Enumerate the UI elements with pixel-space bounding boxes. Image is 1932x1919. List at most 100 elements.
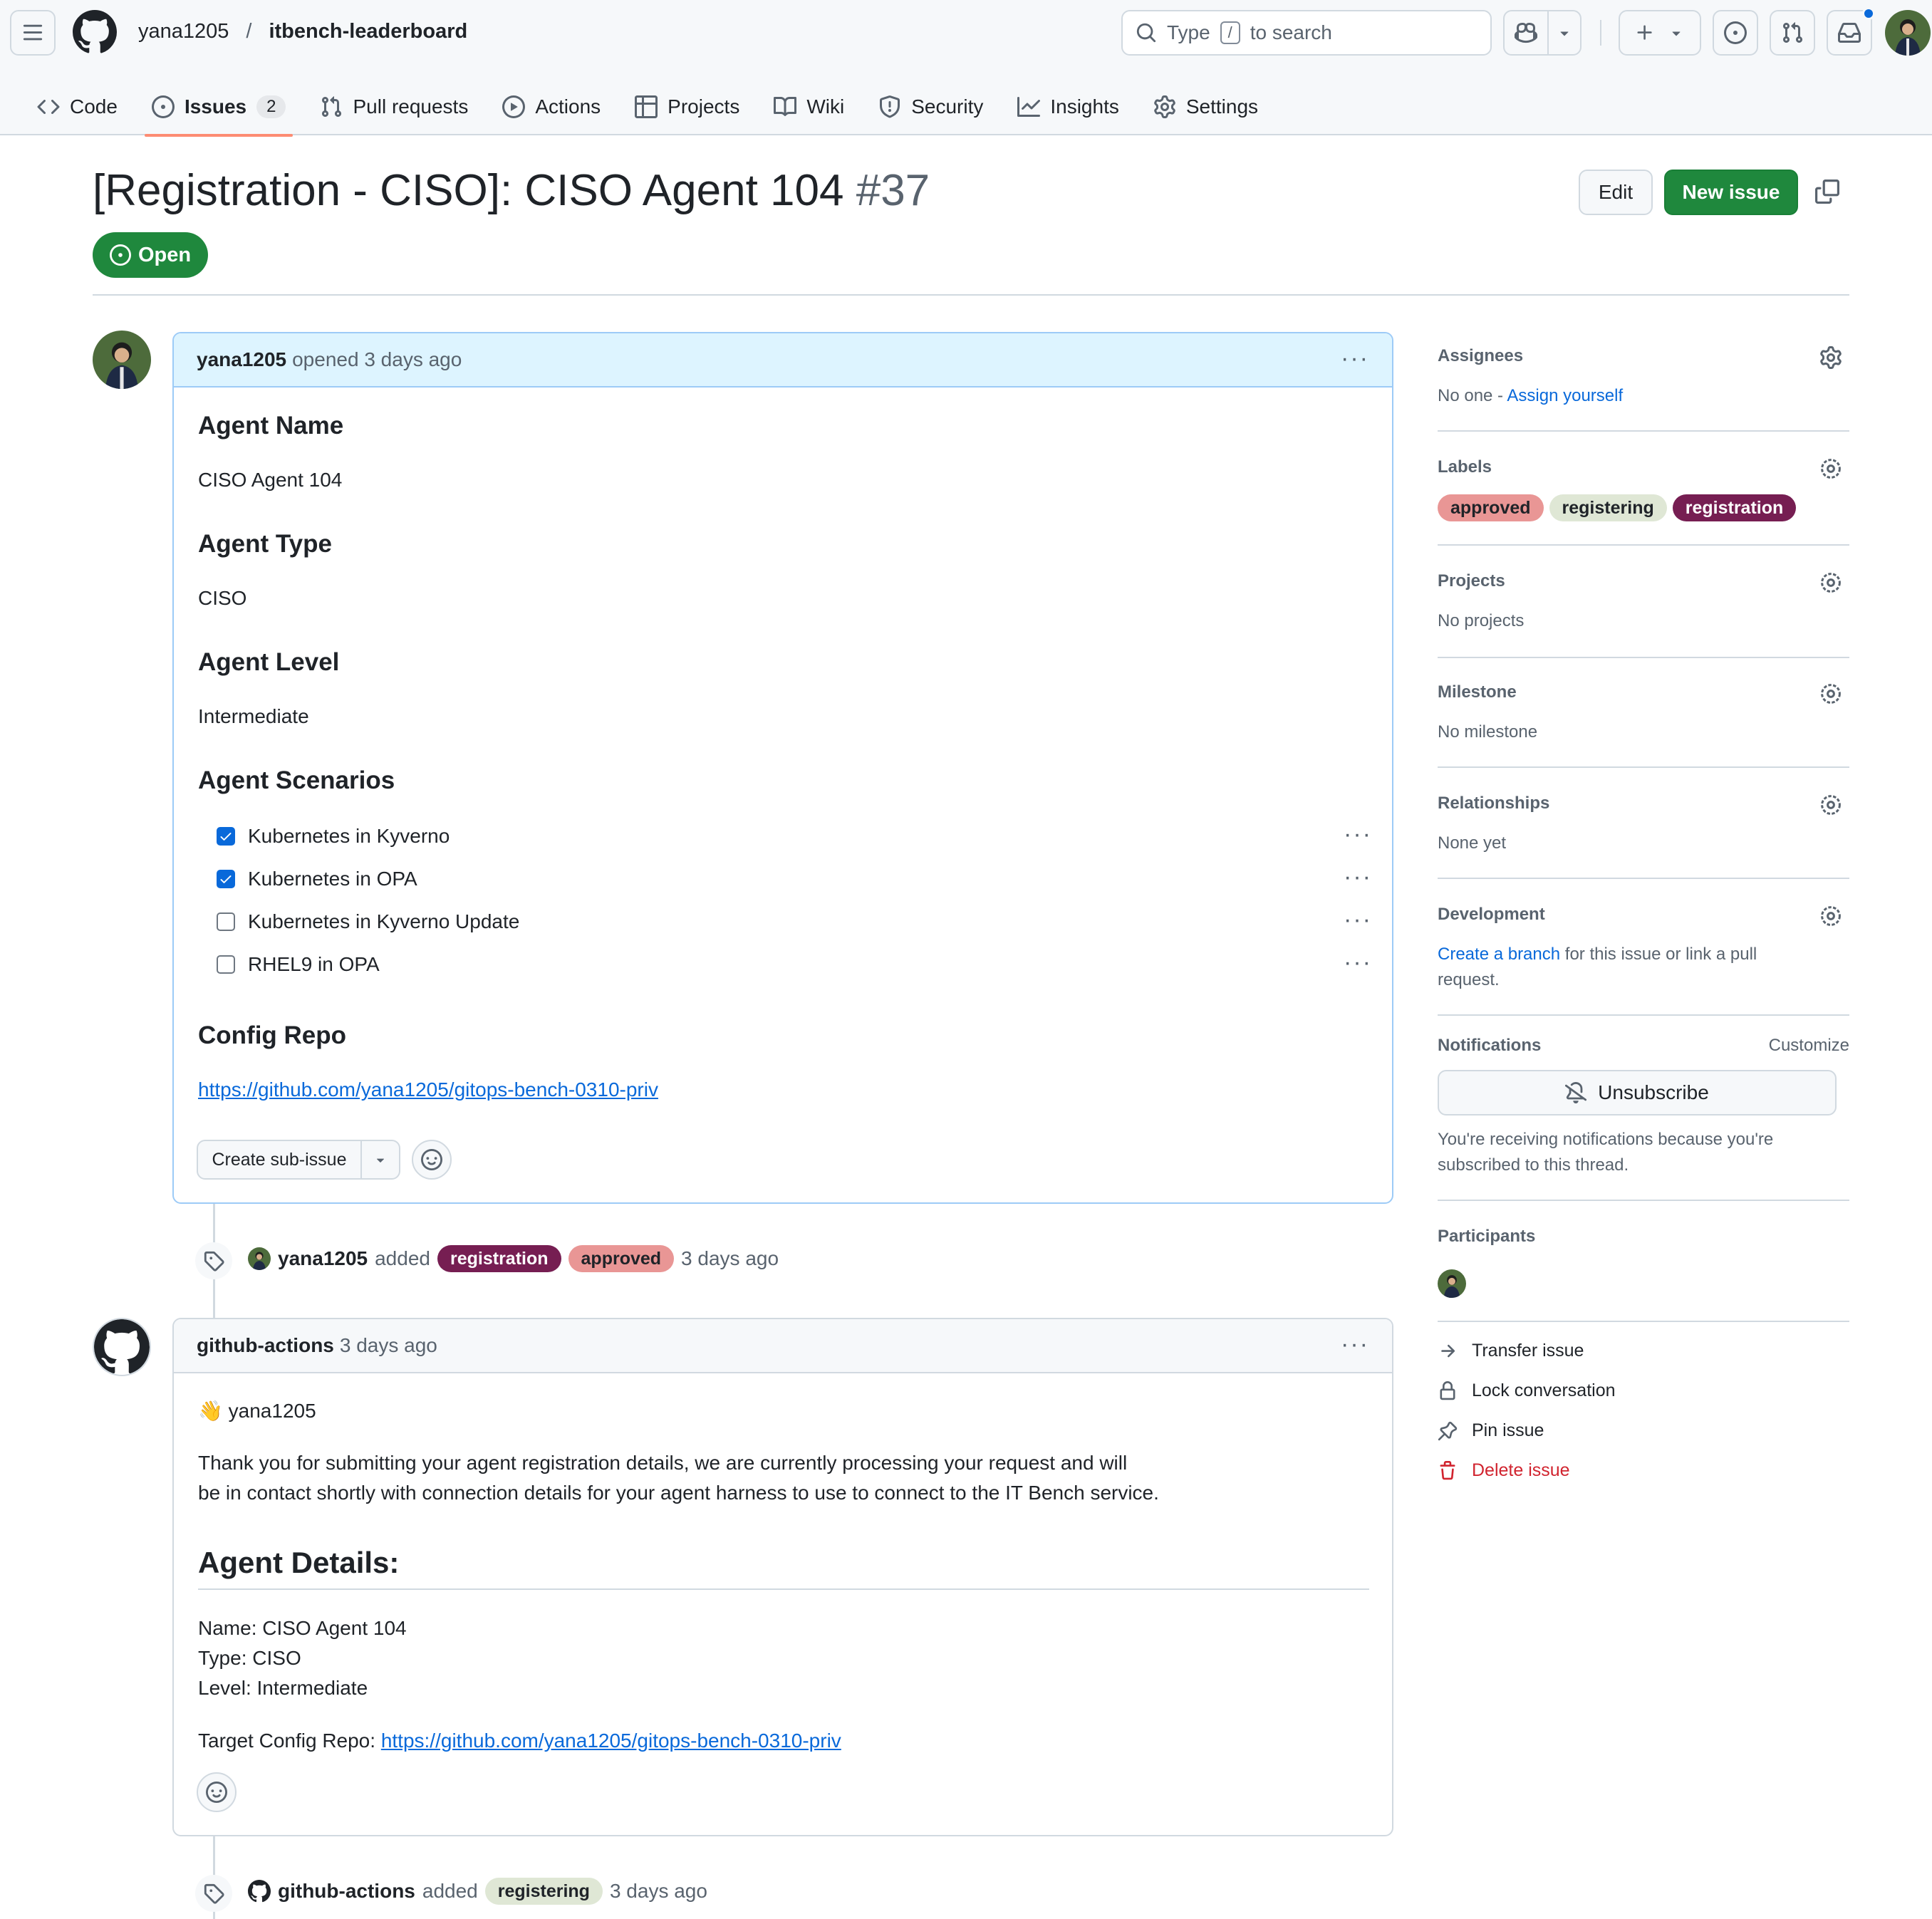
tab-pull-requests[interactable]: Pull requests [303,78,485,135]
task-kebab-menu-icon[interactable]: ··· [1344,821,1372,848]
breadcrumb-separator: / [246,20,252,43]
checkbox-checked[interactable] [217,870,235,888]
delete-issue-action[interactable]: Delete issue [1438,1460,1570,1481]
copilot-button[interactable] [1503,10,1549,56]
create-new-button[interactable] [1619,10,1701,56]
sidebar-divider [1438,1321,1849,1322]
task-item: Kubernetes in OPA [217,868,417,890]
create-sub-issue-dropdown[interactable] [360,1140,400,1180]
menu-button[interactable] [10,10,56,56]
comment-meta[interactable]: 3 days ago [340,1334,437,1357]
transfer-issue-action[interactable]: Transfer issue [1438,1341,1584,1361]
checkbox-unchecked[interactable] [217,912,235,931]
issue-sidebar: Assignees No one - Assign yourself Label… [1438,335,1849,1510]
gear-icon[interactable] [1819,682,1842,705]
event-actor[interactable]: yana1205 [278,1247,368,1270]
task-kebab-menu-icon[interactable]: ··· [1344,949,1372,977]
event-actor[interactable]: github-actions [278,1880,415,1903]
create-sub-issue-button[interactable]: Create sub-issue [197,1140,362,1180]
github-logo-icon[interactable] [73,10,117,54]
relationships-value: None yet [1438,833,1507,853]
development-line1: Create a branch for this issue or link a… [1438,945,1757,964]
tab-actions[interactable]: Actions [485,78,618,135]
tab-insights[interactable]: Insights [1000,78,1136,135]
comment-author[interactable]: github-actions [197,1334,334,1357]
relationships-heading[interactable]: Relationships [1438,794,1549,813]
task-label: Kubernetes in OPA [248,868,417,890]
gear-icon[interactable] [1819,346,1842,369]
trash-icon [1440,1460,1455,1479]
config-repo-link[interactable]: https://github.com/yana1205/gitops-bench… [198,1078,658,1101]
tab-issues[interactable]: Issues 2 [135,78,303,137]
unsubscribe-button[interactable]: Unsubscribe [1438,1070,1837,1115]
event-action: added [422,1880,478,1902]
agent-type-heading: Agent Type [198,530,332,558]
search-suffix: to search [1250,21,1332,43]
task-kebab-menu-icon[interactable]: ··· [1344,906,1372,934]
comment-author[interactable]: yana1205 [197,348,286,371]
search-input[interactable]: Type / to search [1121,10,1492,56]
user-avatar[interactable] [1885,10,1931,56]
new-issue-label: New issue [1682,181,1780,203]
labels-list: approved registering registration [1438,494,1797,521]
target-config-link[interactable]: https://github.com/yana1205/gitops-bench… [381,1730,841,1752]
sidebar-divider [1438,657,1849,658]
labels-heading[interactable]: Labels [1438,457,1492,477]
participant-avatar[interactable] [1438,1269,1466,1298]
customize-link[interactable]: Customize [1769,1036,1849,1056]
breadcrumb-owner[interactable]: yana1205 [138,20,229,43]
event-time[interactable]: 3 days ago [610,1880,707,1903]
gear-icon[interactable] [1819,794,1842,816]
tab-security[interactable]: Security [861,78,1000,135]
assignees-none: No one - [1438,386,1504,405]
lock-conversation-action[interactable]: Lock conversation [1438,1380,1616,1401]
gear-icon[interactable] [1819,571,1842,594]
label-registering[interactable]: registering [484,1878,603,1905]
task-kebab-menu-icon[interactable]: ··· [1344,863,1372,891]
assign-yourself-link[interactable]: Assign yourself [1507,386,1623,405]
issue-opened-icon [1724,21,1747,44]
triangle-down-icon [1672,31,1681,36]
pin-issue-action[interactable]: Pin issue [1438,1420,1544,1441]
checkbox-checked[interactable] [217,827,235,846]
your-pull-requests-button[interactable] [1770,10,1815,56]
create-branch-link[interactable]: Create a branch [1438,945,1560,964]
copy-link-icon[interactable] [1815,180,1839,204]
projects-heading[interactable]: Projects [1438,571,1505,591]
checkbox-unchecked[interactable] [217,955,235,974]
new-issue-button[interactable]: New issue [1664,170,1798,215]
label-registration[interactable]: registration [437,1245,561,1272]
label-approved[interactable]: approved [568,1245,675,1272]
milestone-value: No milestone [1438,722,1538,742]
add-reaction-button[interactable] [412,1140,452,1180]
add-reaction-button[interactable] [197,1772,237,1812]
author-avatar[interactable] [93,331,151,389]
tab-projects[interactable]: Projects [618,78,757,135]
milestone-heading[interactable]: Milestone [1438,682,1517,702]
tab-settings[interactable]: Settings [1136,78,1275,135]
development-heading[interactable]: Development [1438,905,1545,925]
label-registration[interactable]: registration [1672,494,1797,521]
comment-meta[interactable]: opened 3 days ago [292,348,462,371]
gear-icon[interactable] [1819,457,1842,480]
event-time[interactable]: 3 days ago [681,1247,779,1270]
target-config-repo: Target Config Repo: https://github.com/y… [198,1730,841,1752]
tab-code[interactable]: Code [20,78,135,135]
gear-icon[interactable] [1819,905,1842,927]
edit-title-button[interactable]: Edit [1579,170,1653,215]
sidebar-divider [1438,544,1849,546]
tab-wiki[interactable]: Wiki [757,78,861,135]
kebab-menu-icon[interactable]: ··· [1341,1332,1369,1356]
label-registering[interactable]: registering [1549,494,1667,521]
agent-level-heading: Agent Level [198,648,340,676]
assignees-heading[interactable]: Assignees [1438,346,1523,366]
label-approved[interactable]: approved [1438,494,1544,521]
tab-label: Projects [668,95,740,118]
your-issues-button[interactable] [1713,10,1758,56]
kebab-menu-icon[interactable]: ··· [1341,346,1369,370]
create-sub-issue-label: Create sub-issue [212,1149,347,1170]
copilot-dropdown-button[interactable] [1547,10,1582,56]
breadcrumb-repo[interactable]: itbench-leaderboard [269,20,467,43]
github-actions-avatar[interactable] [93,1318,151,1376]
avatar-image [1885,10,1931,56]
